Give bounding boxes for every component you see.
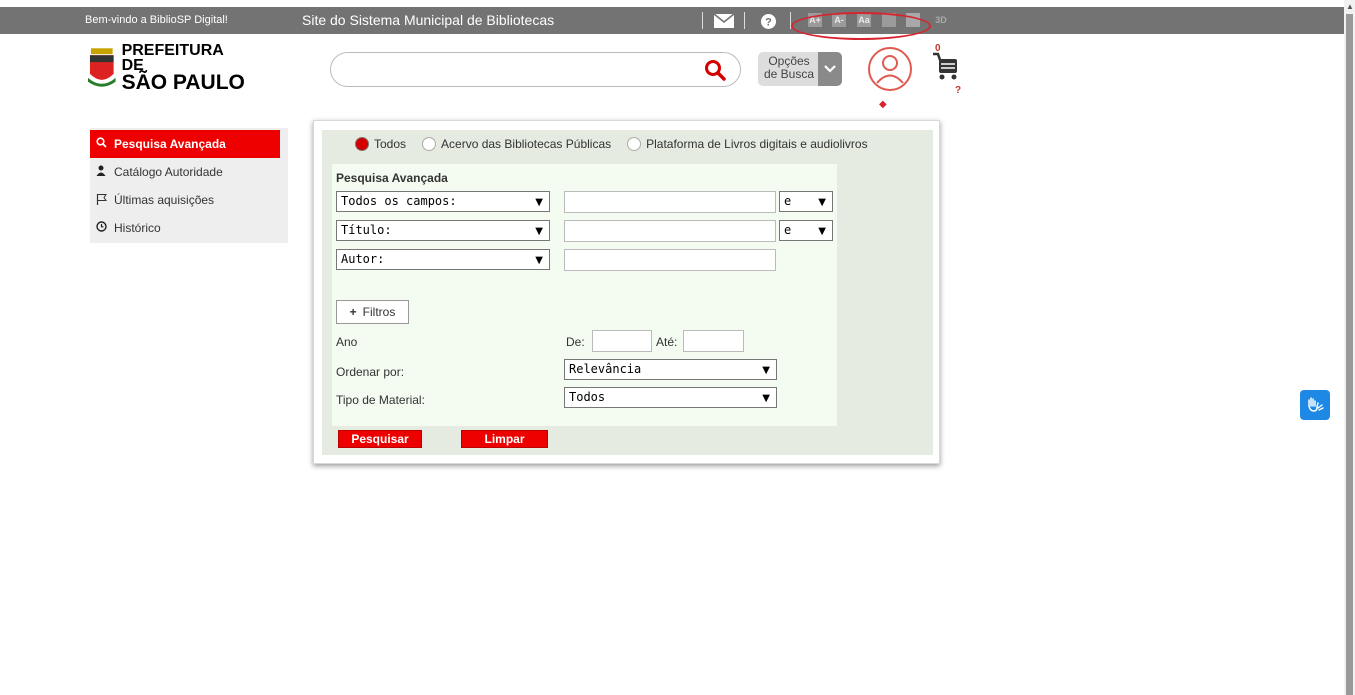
hands-icon xyxy=(1308,397,1324,412)
logo-line-1: PREFEITURA DE xyxy=(121,41,224,74)
radio-label-plataforma: Plataforma de Livros digitais e audioliv… xyxy=(646,137,868,151)
field-select-1[interactable]: Todos os campos: ▼ xyxy=(336,191,550,212)
sidebar-item-label: Histórico xyxy=(114,221,161,235)
search-input[interactable] xyxy=(330,52,741,87)
search-icon xyxy=(96,137,114,151)
chevron-down-icon: ▼ xyxy=(762,393,770,404)
chevron-down-icon: ▼ xyxy=(762,365,770,376)
libras-widget-button[interactable] xyxy=(1300,390,1330,420)
libras-3d-icon[interactable]: 3D xyxy=(930,13,952,27)
chevron-down-icon: ▼ xyxy=(535,226,543,237)
chevron-down-icon: ▼ xyxy=(535,197,543,208)
divider xyxy=(702,12,703,29)
scroll-up-icon[interactable]: ▲ xyxy=(1346,2,1354,11)
mail-icon[interactable] xyxy=(713,13,735,29)
search-options-label-2: de Busca xyxy=(763,67,815,81)
divider xyxy=(744,12,745,29)
sidebar-item-pesquisa-avancada[interactable]: Pesquisa Avançada xyxy=(90,130,280,158)
field-select-1-value: Todos os campos: xyxy=(341,194,457,208)
person-icon xyxy=(96,165,114,179)
year-from-label: De: xyxy=(566,335,585,349)
site-title[interactable]: Site do Sistema Municipal de Bibliotecas xyxy=(302,12,554,28)
radio-todos[interactable] xyxy=(355,137,369,151)
cart-icon[interactable] xyxy=(930,48,962,82)
radio-label-acervo: Acervo das Bibliotecas Públicas xyxy=(441,137,612,151)
radio-acervo[interactable] xyxy=(422,137,437,151)
scrollbar-thumb[interactable] xyxy=(1346,14,1353,695)
material-label: Tipo de Material: xyxy=(336,393,425,407)
chevron-down-icon: ▼ xyxy=(818,197,826,208)
crest-icon xyxy=(88,47,116,87)
scope-radio-group: Todos Acervo das Bibliotecas Públicas Pl… xyxy=(355,137,868,151)
prefeitura-logo[interactable]: PREFEITURA DE SÃO PAULO xyxy=(88,41,248,94)
filtros-label: Filtros xyxy=(362,305,396,319)
sidebar-item-catalogo-autoridade[interactable]: Catálogo Autoridade xyxy=(90,158,280,186)
logo-line-2: SÃO PAULO xyxy=(121,70,245,94)
radio-label-todos: Todos xyxy=(374,137,407,151)
field-select-3-value: Autor: xyxy=(341,252,385,266)
field-select-2-value: Título: xyxy=(341,223,392,237)
order-label: Ordenar por: xyxy=(336,365,405,379)
material-select[interactable]: Todos ▼ xyxy=(564,387,777,408)
user-icon[interactable] xyxy=(867,46,913,92)
scrollbar[interactable]: ▲ xyxy=(1344,0,1355,695)
svg-text:?: ? xyxy=(765,16,772,28)
term-input-3[interactable] xyxy=(564,249,776,271)
term-input-2[interactable] xyxy=(564,220,776,242)
chevron-down-icon[interactable] xyxy=(818,52,842,86)
term-input-1[interactable] xyxy=(564,191,776,213)
order-select[interactable]: Relevância ▼ xyxy=(564,359,777,380)
user-status-dot: ◆ xyxy=(879,99,887,110)
filtros-button[interactable]: + Filtros xyxy=(336,300,409,324)
sidebar-item-label: Últimas aquisições xyxy=(114,193,215,207)
year-label: Ano xyxy=(336,335,358,349)
sidebar-item-label: Catálogo Autoridade xyxy=(114,165,223,179)
operator-select-1-value: e xyxy=(784,194,792,208)
top-bar: Bem-vindo a BiblioSP Digital! Site do Si… xyxy=(0,7,1344,40)
year-to-input[interactable] xyxy=(683,330,744,352)
clock-icon xyxy=(96,221,114,235)
welcome-text: Bem-vindo a BiblioSP Digital! xyxy=(85,14,228,26)
material-select-value: Todos xyxy=(569,390,606,404)
operator-select-2[interactable]: e ▼ xyxy=(779,220,833,241)
highlight-oval xyxy=(791,12,931,40)
chevron-down-icon: ▼ xyxy=(535,255,543,266)
sidebar-item-ultimas-aquisicoes[interactable]: Últimas aquisições xyxy=(90,186,280,214)
advanced-search-panel: Todos Acervo das Bibliotecas Públicas Pl… xyxy=(313,120,940,464)
field-select-2[interactable]: Título: ▼ xyxy=(336,220,550,241)
help-icon[interactable]: ? xyxy=(760,13,776,29)
operator-select-1[interactable]: e ▼ xyxy=(779,191,833,212)
operator-select-2-value: e xyxy=(784,223,792,237)
radio-plataforma[interactable] xyxy=(627,137,642,151)
pesquisar-button[interactable]: Pesquisar xyxy=(338,430,422,448)
limpar-button[interactable]: Limpar xyxy=(461,430,548,448)
search-icon[interactable] xyxy=(704,59,726,81)
sidebar: Pesquisa Avançada Catálogo Autoridade Úl… xyxy=(90,128,288,243)
page: Bem-vindo a BiblioSP Digital! Site do Si… xyxy=(0,0,1355,695)
year-to-label: Até: xyxy=(656,335,678,349)
order-select-value: Relevância xyxy=(569,362,642,376)
search-options-button[interactable]: Opções de Busca xyxy=(758,52,842,86)
plus-icon: + xyxy=(349,305,357,319)
sidebar-item-label: Pesquisa Avançada xyxy=(114,137,226,151)
cart-note: ? xyxy=(955,85,962,96)
flag-icon xyxy=(96,193,114,208)
year-from-input[interactable] xyxy=(592,330,652,352)
form-heading: Pesquisa Avançada xyxy=(336,171,448,185)
field-select-3[interactable]: Autor: ▼ xyxy=(336,249,550,270)
chevron-down-icon: ▼ xyxy=(818,226,826,237)
sidebar-item-historico[interactable]: Histórico xyxy=(90,214,280,242)
